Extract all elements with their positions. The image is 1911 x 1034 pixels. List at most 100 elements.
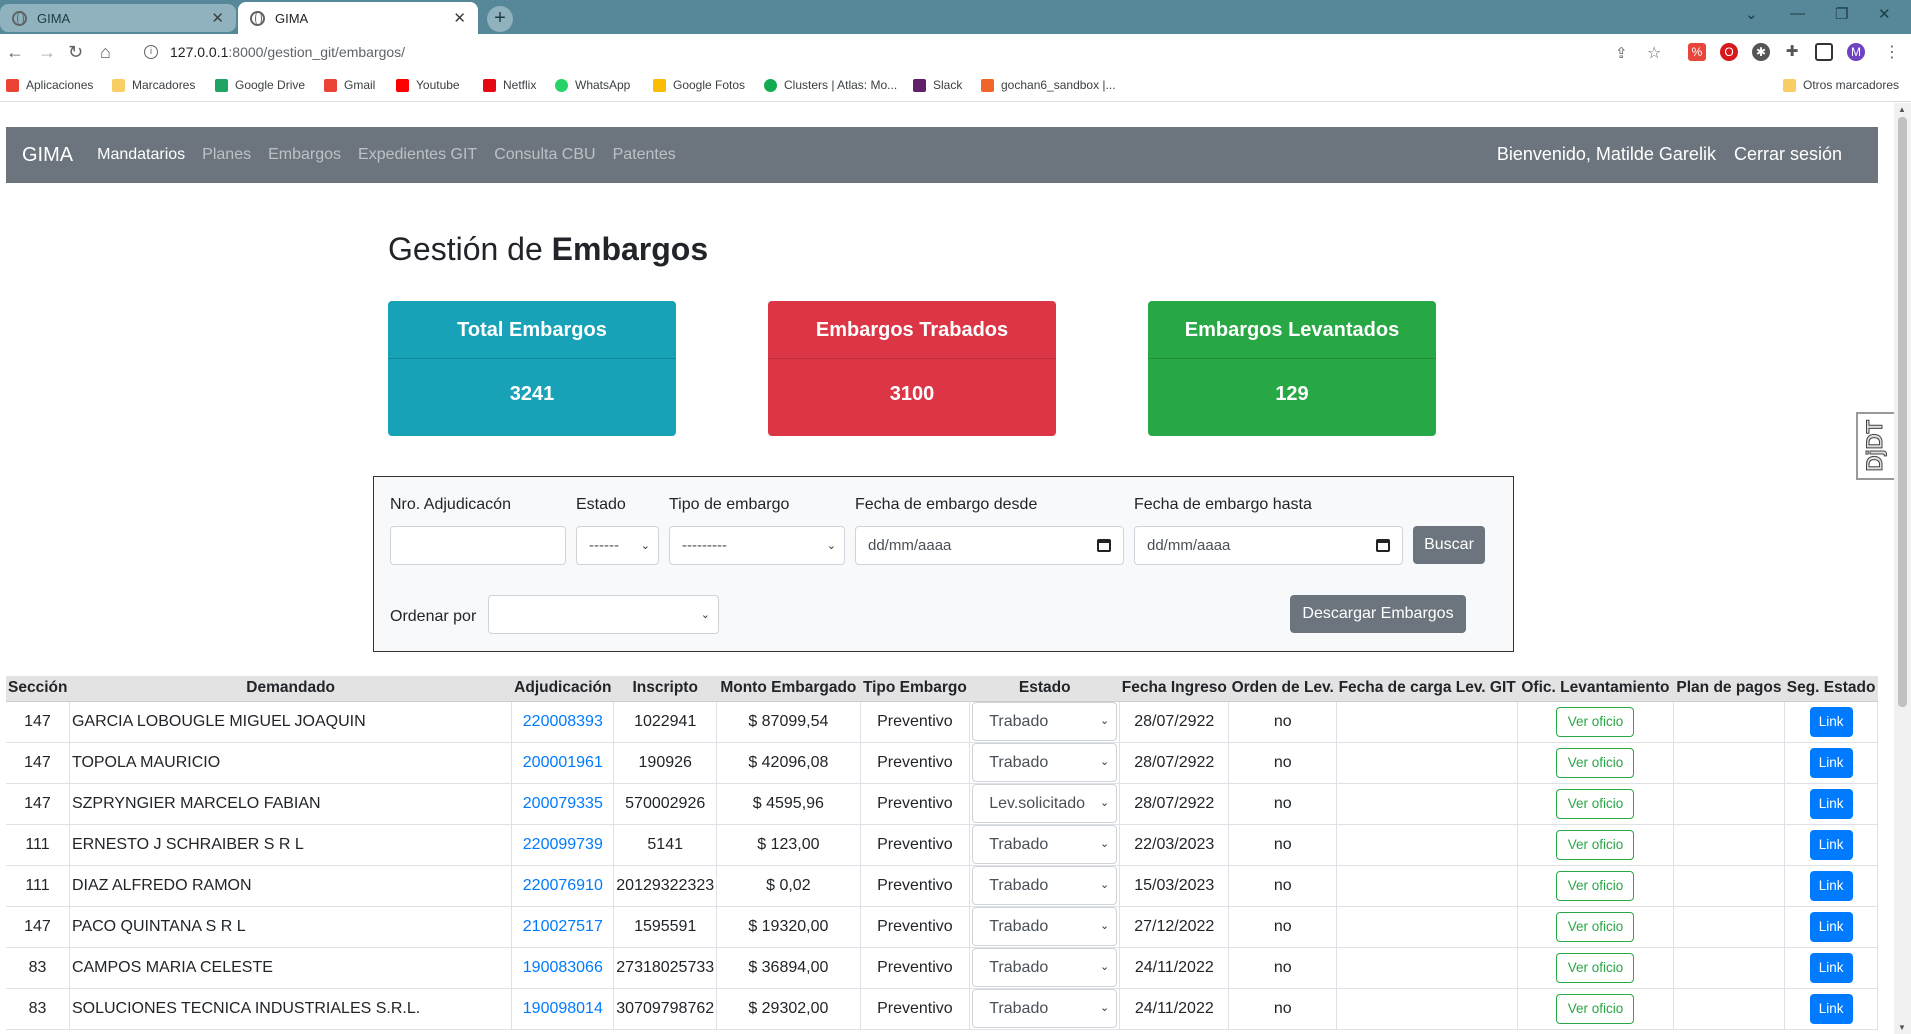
descargar-embargos-button[interactable]: Descargar Embargos [1290,595,1466,633]
fecha-desde-input[interactable]: dd/mm/aaaa [855,526,1124,565]
link-button[interactable]: Link [1809,952,1853,983]
estado-row-select[interactable]: Trabado ⌄ [972,743,1118,782]
tipo-embargo-select[interactable]: --------- ⌄ [669,526,845,565]
profile-avatar[interactable]: M [1847,43,1865,61]
other-bookmarks[interactable]: Otros marcadores [1783,78,1899,92]
estado-row-select[interactable]: Trabado ⌄ [972,825,1118,864]
tab-search-icon[interactable]: ⌄ [1745,5,1758,23]
adjudicacion-link[interactable]: 220008393 [523,713,603,730]
side-panel-icon[interactable] [1815,43,1833,61]
adjudicacion-link[interactable]: 220076910 [523,877,603,894]
bookmark-item[interactable]: Aplicaciones [6,78,93,92]
estado-row-select[interactable]: Trabado ⌄ [972,702,1118,741]
nro-adjudicacion-input[interactable] [390,526,566,565]
estado-row-select[interactable]: Trabado ⌄ [972,948,1118,987]
nav-link-planes[interactable]: Planes [202,146,251,164]
extension-percent-icon[interactable]: % [1688,43,1706,61]
extension-gear-icon[interactable]: ✱ [1752,43,1770,61]
ver-oficio-button[interactable]: Ver oficio [1556,706,1635,737]
link-button[interactable]: Link [1809,993,1853,1024]
minimize-icon[interactable]: — [1790,5,1805,22]
ver-oficio-button[interactable]: Ver oficio [1556,829,1635,860]
bookmark-item[interactable]: Slack [913,78,962,92]
reload-icon[interactable]: ↻ [68,42,83,63]
ver-oficio-button[interactable]: Ver oficio [1556,993,1635,1024]
adjudicacion-link[interactable]: 200079335 [523,795,603,812]
tab-title: GIMA [37,10,71,26]
ver-oficio-button[interactable]: Ver oficio [1556,747,1635,778]
bookmark-item[interactable]: gochan6_sandbox |... [981,78,1116,92]
ver-oficio-button[interactable]: Ver oficio [1556,911,1635,942]
adjudicacion-link[interactable]: 210027517 [523,918,603,935]
ver-oficio-button[interactable]: Ver oficio [1556,870,1635,901]
back-icon[interactable]: ← [6,42,24,63]
link-button[interactable]: Link [1809,788,1853,819]
bookmark-item[interactable]: Clusters | Atlas: Mo... [764,78,897,92]
extension-opera-icon[interactable]: O [1720,43,1738,61]
close-tab-icon[interactable]: ✕ [453,9,466,27]
calendar-icon[interactable] [1376,539,1390,552]
browser-tab-active[interactable]: GIMA ✕ [238,2,478,34]
estado-row-select[interactable]: Trabado ⌄ [972,989,1118,1028]
bookmark-item[interactable]: Google Fotos [653,78,745,92]
calendar-icon[interactable] [1097,539,1111,552]
share-icon[interactable]: ⇪ [1615,44,1628,62]
url-field[interactable]: i 127.0.0.1:8000/gestion_git/embargos/ [130,38,1680,66]
ver-oficio-button[interactable]: Ver oficio [1556,788,1635,819]
scroll-up-icon[interactable]: ▲ [1898,105,1906,114]
restore-icon[interactable]: ❐ [1835,5,1848,23]
bookmarks-bar: Aplicaciones Marcadores Google Drive Gma… [0,70,1911,102]
nav-link-consulta-cbu[interactable]: Consulta CBU [494,146,595,164]
column-header: Orden de Lev. [1228,676,1337,702]
page-scrollbar[interactable]: ▲ ▼ [1894,103,1911,1034]
seg-estado-cell: Link [1784,906,1878,948]
bookmark-item[interactable]: Marcadores [112,78,195,92]
browser-tab[interactable]: GIMA ✕ [0,4,236,32]
bookmark-item[interactable]: Gmail [324,78,375,92]
site-info-icon[interactable]: i [144,45,158,59]
nav-link-mandatarios[interactable]: Mandatarios [97,146,185,164]
extensions-puzzle-icon[interactable]: ✚ [1783,43,1801,61]
bookmark-item[interactable]: WhatsApp [555,78,630,92]
link-button[interactable]: Link [1809,747,1853,778]
estado-row-value: Trabado [989,754,1049,771]
scroll-down-icon[interactable]: ▼ [1898,1023,1906,1032]
fecha-hasta-input[interactable]: dd/mm/aaaa [1134,526,1403,565]
bookmark-item[interactable]: Netflix [483,78,536,92]
link-button[interactable]: Link [1809,911,1853,942]
scrollbar-thumb[interactable] [1898,117,1907,707]
window-close-icon[interactable]: ✕ [1878,5,1891,23]
close-tab-icon[interactable]: ✕ [211,9,224,27]
new-tab-button[interactable]: + [487,6,513,32]
djdt-label: DjDT [1862,420,1888,472]
adjudicacion-link[interactable]: 220099739 [523,836,603,853]
bookmark-item[interactable]: Google Drive [215,78,305,92]
estado-select[interactable]: ------ ⌄ [576,526,659,565]
estado-row-select[interactable]: Trabado ⌄ [972,866,1118,905]
adjudicacion-link[interactable]: 190098014 [523,1000,603,1017]
ver-oficio-button[interactable]: Ver oficio [1556,952,1635,983]
django-debug-toolbar-handle[interactable]: DjDT [1856,412,1894,480]
estado-row-select[interactable]: Lev.solicitado ⌄ [972,784,1118,823]
link-button[interactable]: Link [1809,870,1853,901]
estado-cell: Trabado ⌄ [969,742,1121,784]
home-icon[interactable]: ⌂ [100,42,111,63]
nav-link-embargos[interactable]: Embargos [268,146,341,164]
ordenar-por-select[interactable]: ⌄ [488,595,719,634]
brand-logo[interactable]: GIMA [22,144,73,167]
buscar-button[interactable]: Buscar [1413,526,1485,564]
bookmark-label: Aplicaciones [26,78,94,92]
estado-row-select[interactable]: Trabado ⌄ [972,907,1118,946]
bookmark-label: WhatsApp [575,78,631,92]
logout-link[interactable]: Cerrar sesión [1734,144,1842,165]
browser-menu-icon[interactable]: ⋮ [1884,42,1900,62]
bookmark-item[interactable]: Youtube [396,78,460,92]
link-button[interactable]: Link [1809,829,1853,860]
forward-icon[interactable]: → [38,42,56,63]
bookmark-star-icon[interactable]: ☆ [1647,43,1661,63]
link-button[interactable]: Link [1809,706,1853,737]
adjudicacion-link[interactable]: 200001961 [523,754,603,771]
nav-link-patentes[interactable]: Patentes [613,146,676,164]
nav-link-expedientes-git[interactable]: Expedientes GIT [358,146,477,164]
adjudicacion-link[interactable]: 190083066 [523,959,603,976]
